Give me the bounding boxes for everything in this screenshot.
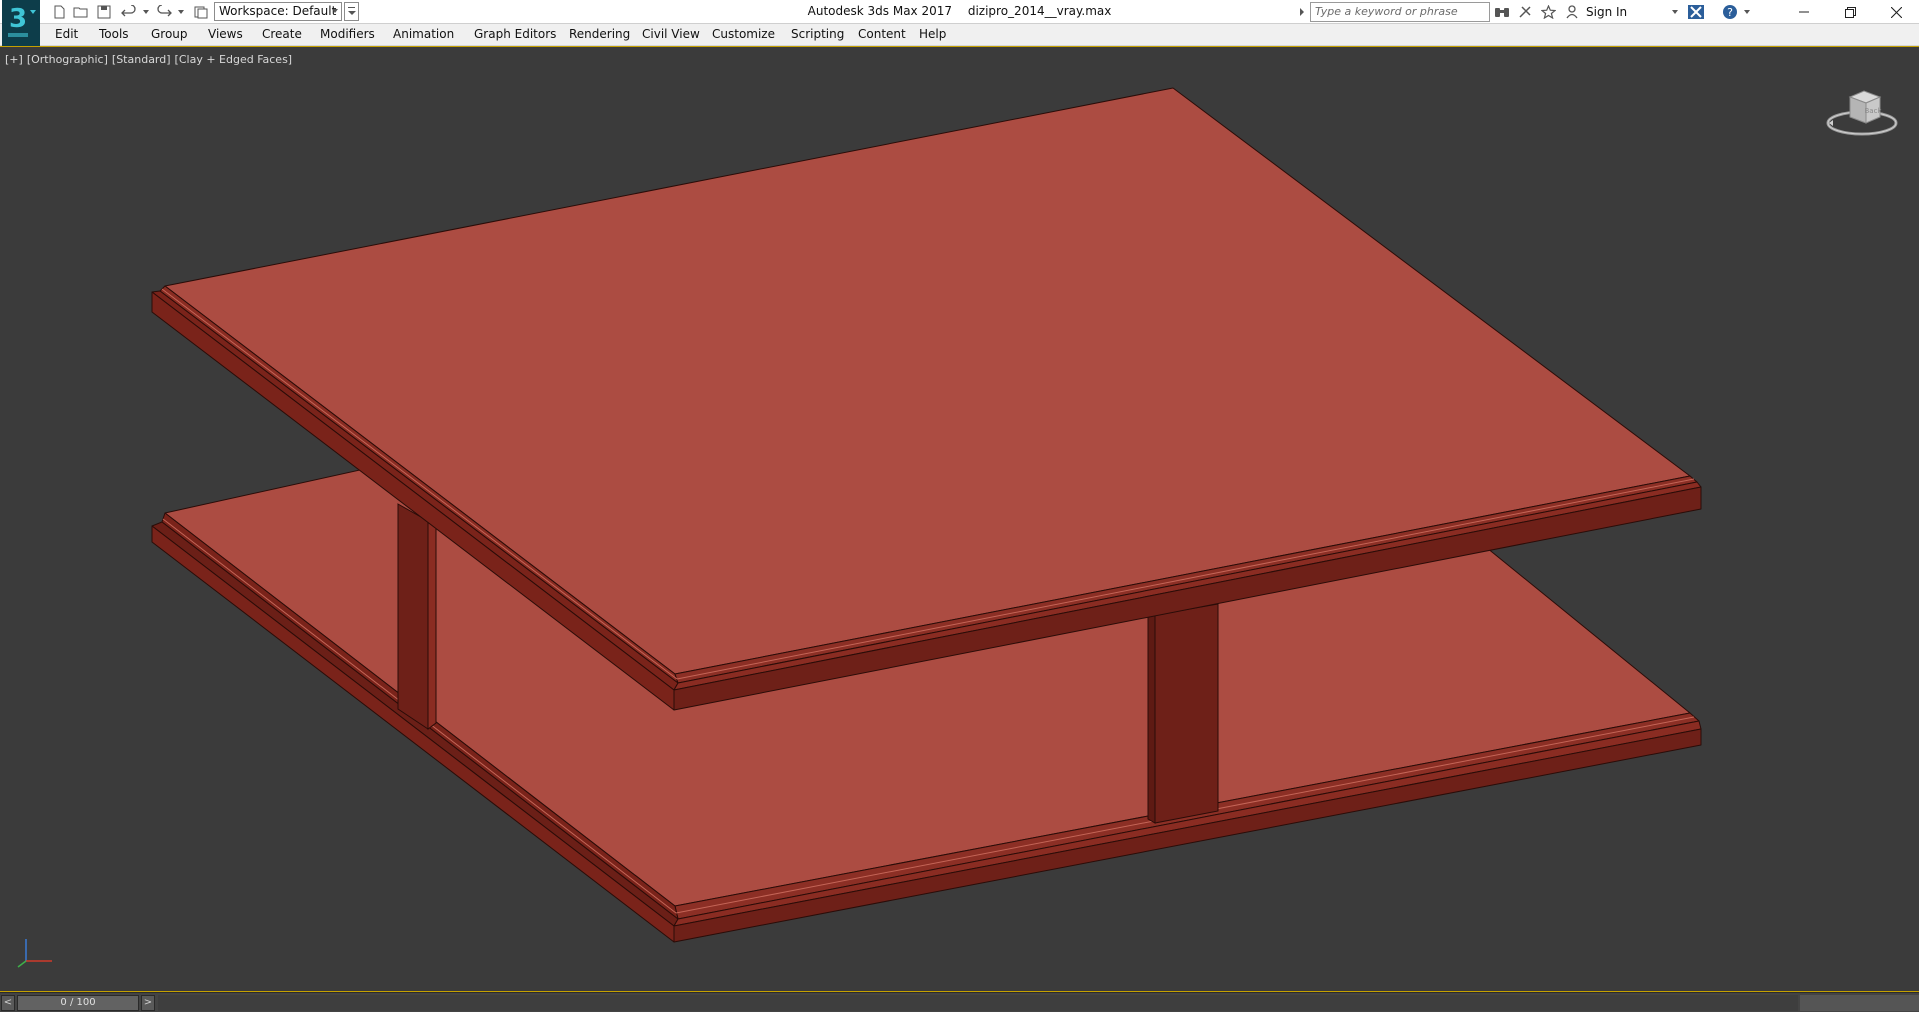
axis-tripod-icon [14,935,56,972]
next-frame-button[interactable]: > [141,995,155,1011]
timeline-track[interactable] [158,995,1798,1011]
app-logo-icon[interactable]: 3 [2,0,40,46]
perspective-viewport[interactable]: [+] [Orthographic] [Standard] [Clay + Edged… [0,46,1919,992]
viewcube-face-label: Back [1865,107,1883,115]
viewcube[interactable]: Back [1824,83,1900,142]
viewport-shading-mode[interactable]: [Clay + Edged Faces] [175,53,293,66]
viewport-label[interactable]: [+] [Orthographic] [Standard] [Clay + Edged… [5,53,296,66]
viewport-shading-standard[interactable]: [Standard] [112,53,171,66]
viewport-menu-plus[interactable]: [+] [5,53,23,66]
timeline-end-panel [1800,995,1919,1011]
left-leg [397,503,437,730]
previous-frame-button[interactable]: < [1,995,15,1011]
time-slider[interactable]: 0 / 100 [17,995,139,1011]
viewport-view-label[interactable]: [Orthographic] [27,53,108,66]
time-slider-bar: < 0 / 100 > [0,992,1919,1012]
right-leg [1147,603,1219,824]
scene-coffee-table[interactable] [0,1,1919,1012]
svg-text:3: 3 [9,4,27,34]
